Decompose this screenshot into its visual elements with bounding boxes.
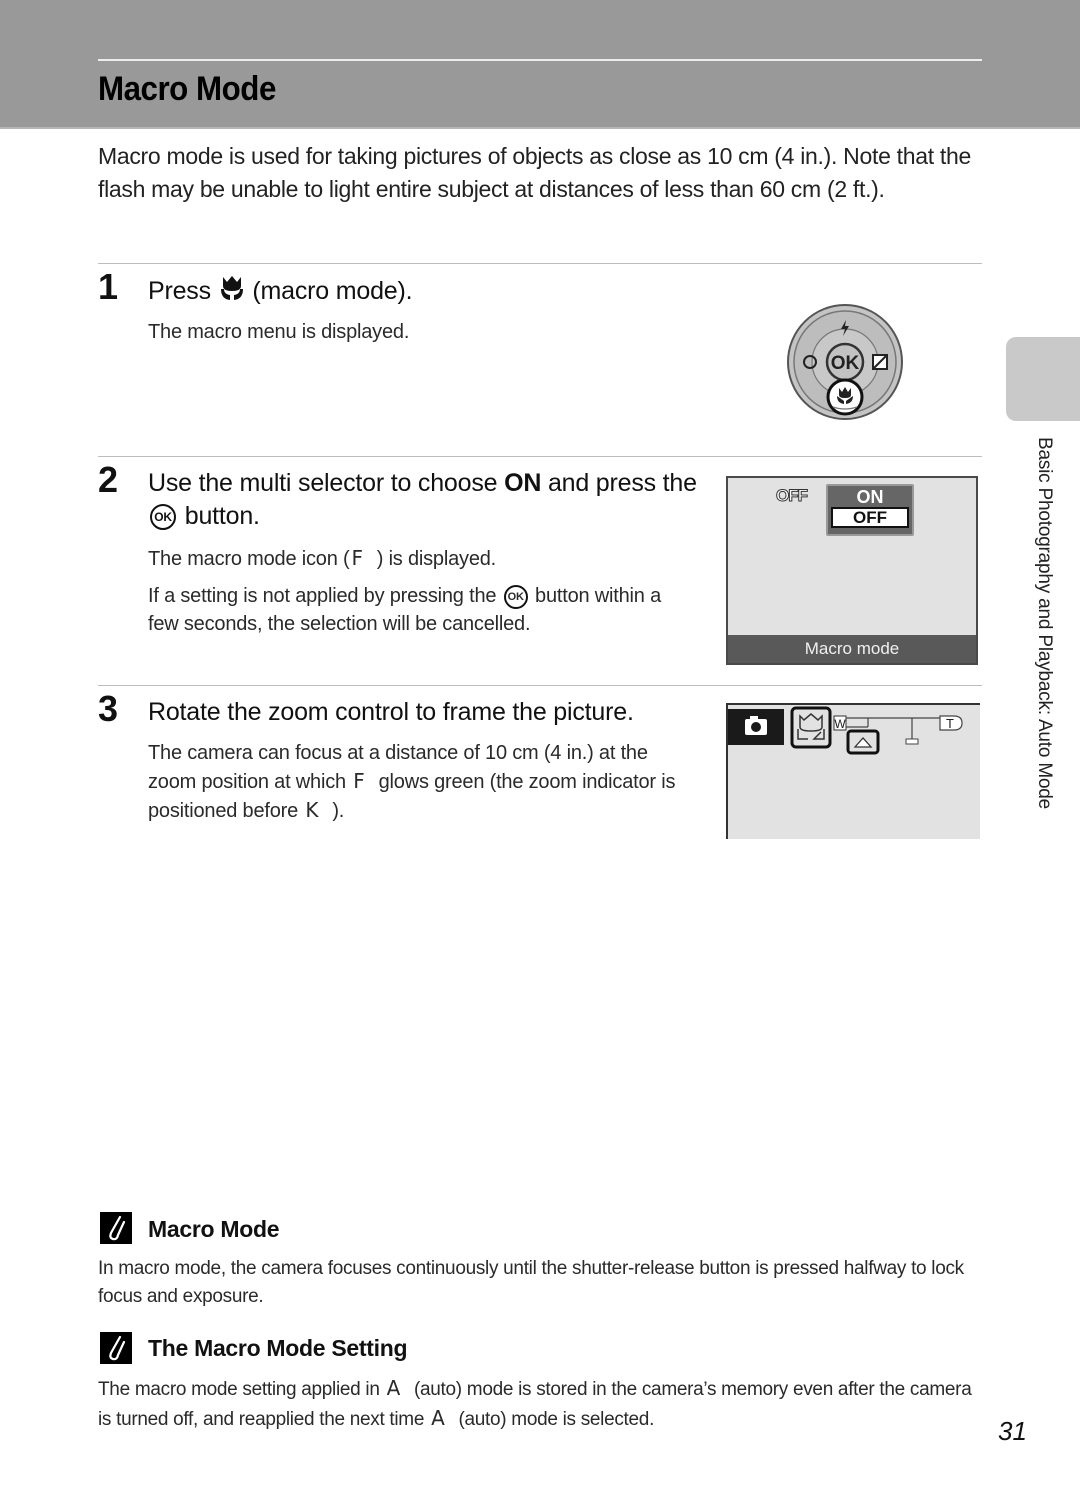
page-number: 31 <box>998 1416 1027 1446</box>
step-2-body-2-pre: If a setting is not applied by pressing … <box>148 585 497 607</box>
macro-menu: ON OFF <box>826 484 914 536</box>
step-3-body: The camera can focus at a distance of 10… <box>148 739 693 825</box>
step-3-body-post: ). <box>332 800 345 822</box>
step-1-body: The macro menu is displayed. <box>148 321 410 343</box>
header-band: Macro Mode <box>0 0 1080 129</box>
menu-option-on: ON <box>856 487 884 507</box>
multi-selector-illustration: OK <box>786 303 904 421</box>
note-2-body-post: (auto) mode is selected. <box>458 1409 655 1430</box>
screen-caption: Macro mode <box>728 635 976 663</box>
step-divider <box>98 456 982 457</box>
step-1-heading: Press (macro mode). <box>148 274 413 311</box>
step-3-number: 3 <box>98 688 119 729</box>
note-2-body: The macro mode setting applied in A (auto… <box>98 1374 988 1434</box>
step-3-heading: Rotate the zoom control to frame the pic… <box>148 698 634 726</box>
step-2-body-1: The macro mode icon (F ) is displayed. <box>148 544 496 573</box>
chapter-label: Basic Photography and Playback: Auto Mod… <box>1034 437 1055 810</box>
header-rule <box>98 59 982 61</box>
intro-paragraph: Macro mode is used for taking pictures o… <box>98 143 971 202</box>
note-2-body-pre: The macro mode setting applied in <box>98 1379 380 1400</box>
macro-tulip-icon <box>218 274 246 311</box>
step-1-heading-post: (macro mode). <box>252 277 413 306</box>
macro-mode-glyph-icon: F <box>351 546 363 570</box>
step-2-heading-mid: and press the <box>547 469 697 497</box>
step-1-heading-pre: Press <box>148 277 211 306</box>
menu-option-off-selected: OFF <box>831 507 909 528</box>
svg-text:OK: OK <box>831 353 860 374</box>
step-2-body-1-post: ) is displayed. <box>376 548 497 570</box>
note-1-title: Macro Mode <box>148 1216 280 1242</box>
ok-button-icon: OK <box>503 584 528 609</box>
chapter-tab <box>1006 337 1080 421</box>
step-2-number: 2 <box>98 459 119 500</box>
macro-mode-glyph-icon: F <box>353 769 365 793</box>
pencil-note-icon <box>100 1212 132 1244</box>
zoom-wide-label: W <box>834 717 846 731</box>
step-2-body-1-pre: The macro mode icon ( <box>148 548 350 570</box>
zoom-position-glyph-icon: K <box>305 798 319 822</box>
camera-screen-zoom: W T <box>726 703 980 839</box>
step-2-heading-post: button. <box>184 502 260 530</box>
note-1-body: In macro mode, the camera focuses contin… <box>98 1258 964 1307</box>
ok-button-icon: OK <box>150 504 176 531</box>
page-title: Macro Mode <box>98 70 276 108</box>
step-divider <box>98 685 982 686</box>
auto-mode-glyph-icon: A <box>431 1406 445 1430</box>
step-2-heading-pre: Use the multi selector to choose <box>148 469 498 497</box>
note-2-title: The Macro Mode Setting <box>148 1335 408 1361</box>
step-divider <box>98 263 982 264</box>
auto-mode-glyph-icon: A <box>386 1376 401 1400</box>
step-2-heading: Use the multi selector to choose ON and … <box>148 467 708 533</box>
step-1-number: 1 <box>98 266 119 307</box>
step-2-heading-on: ON <box>504 469 542 497</box>
zoom-tele-label: T <box>946 716 954 731</box>
macro-off-indicator-icon: OFF <box>776 486 809 506</box>
step-2-body-2: If a setting is not applied by pressing … <box>148 582 668 638</box>
pencil-note-icon <box>100 1332 132 1364</box>
camera-screen-macro-menu: OFF ON OFF Macro mode <box>726 476 978 665</box>
